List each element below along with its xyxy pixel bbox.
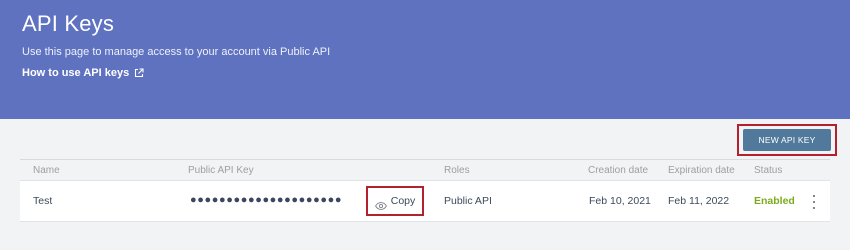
table-header: Name Public API Key Roles Creation date …	[20, 159, 830, 180]
creation-date: Feb 10, 2021	[589, 195, 651, 207]
expiration-date: Feb 11, 2022	[668, 195, 730, 207]
external-link-icon	[134, 68, 144, 78]
masked-api-key: ●●●●●●●●●●●●●●●●●●●●●	[190, 194, 343, 206]
kebab-menu-icon[interactable]	[810, 195, 818, 209]
page-title: API Keys	[22, 11, 115, 36]
column-header-creation-date: Creation date	[588, 165, 649, 176]
help-link-label: How to use API keys	[22, 67, 130, 79]
how-to-use-api-keys-link[interactable]: How to use API keys	[22, 67, 144, 79]
key-role: Public API	[444, 195, 492, 207]
new-api-key-highlight: NEW API KEY	[737, 124, 837, 156]
eye-icon	[374, 197, 387, 210]
column-header-name: Name	[33, 165, 60, 176]
copy-key-button[interactable]: Copy	[366, 186, 424, 216]
page-header-banner: API Keys Use this page to manage access …	[0, 0, 850, 119]
column-header-status: Status	[754, 165, 783, 176]
status-badge: Enabled	[754, 195, 795, 207]
column-header-expiration-date: Expiration date	[668, 165, 735, 176]
key-name: Test	[33, 195, 53, 207]
page-subtitle: Use this page to manage access to your a…	[22, 46, 331, 58]
copy-label: Copy	[390, 195, 416, 207]
api-keys-table: Name Public API Key Roles Creation date …	[20, 159, 830, 222]
column-header-public-api-key: Public API Key	[188, 165, 254, 176]
column-header-roles: Roles	[444, 165, 470, 176]
table-row: Test ●●●●●●●●●●●●●●●●●●●●● Copy Public A…	[20, 180, 830, 222]
new-api-key-button[interactable]: NEW API KEY	[743, 129, 831, 151]
